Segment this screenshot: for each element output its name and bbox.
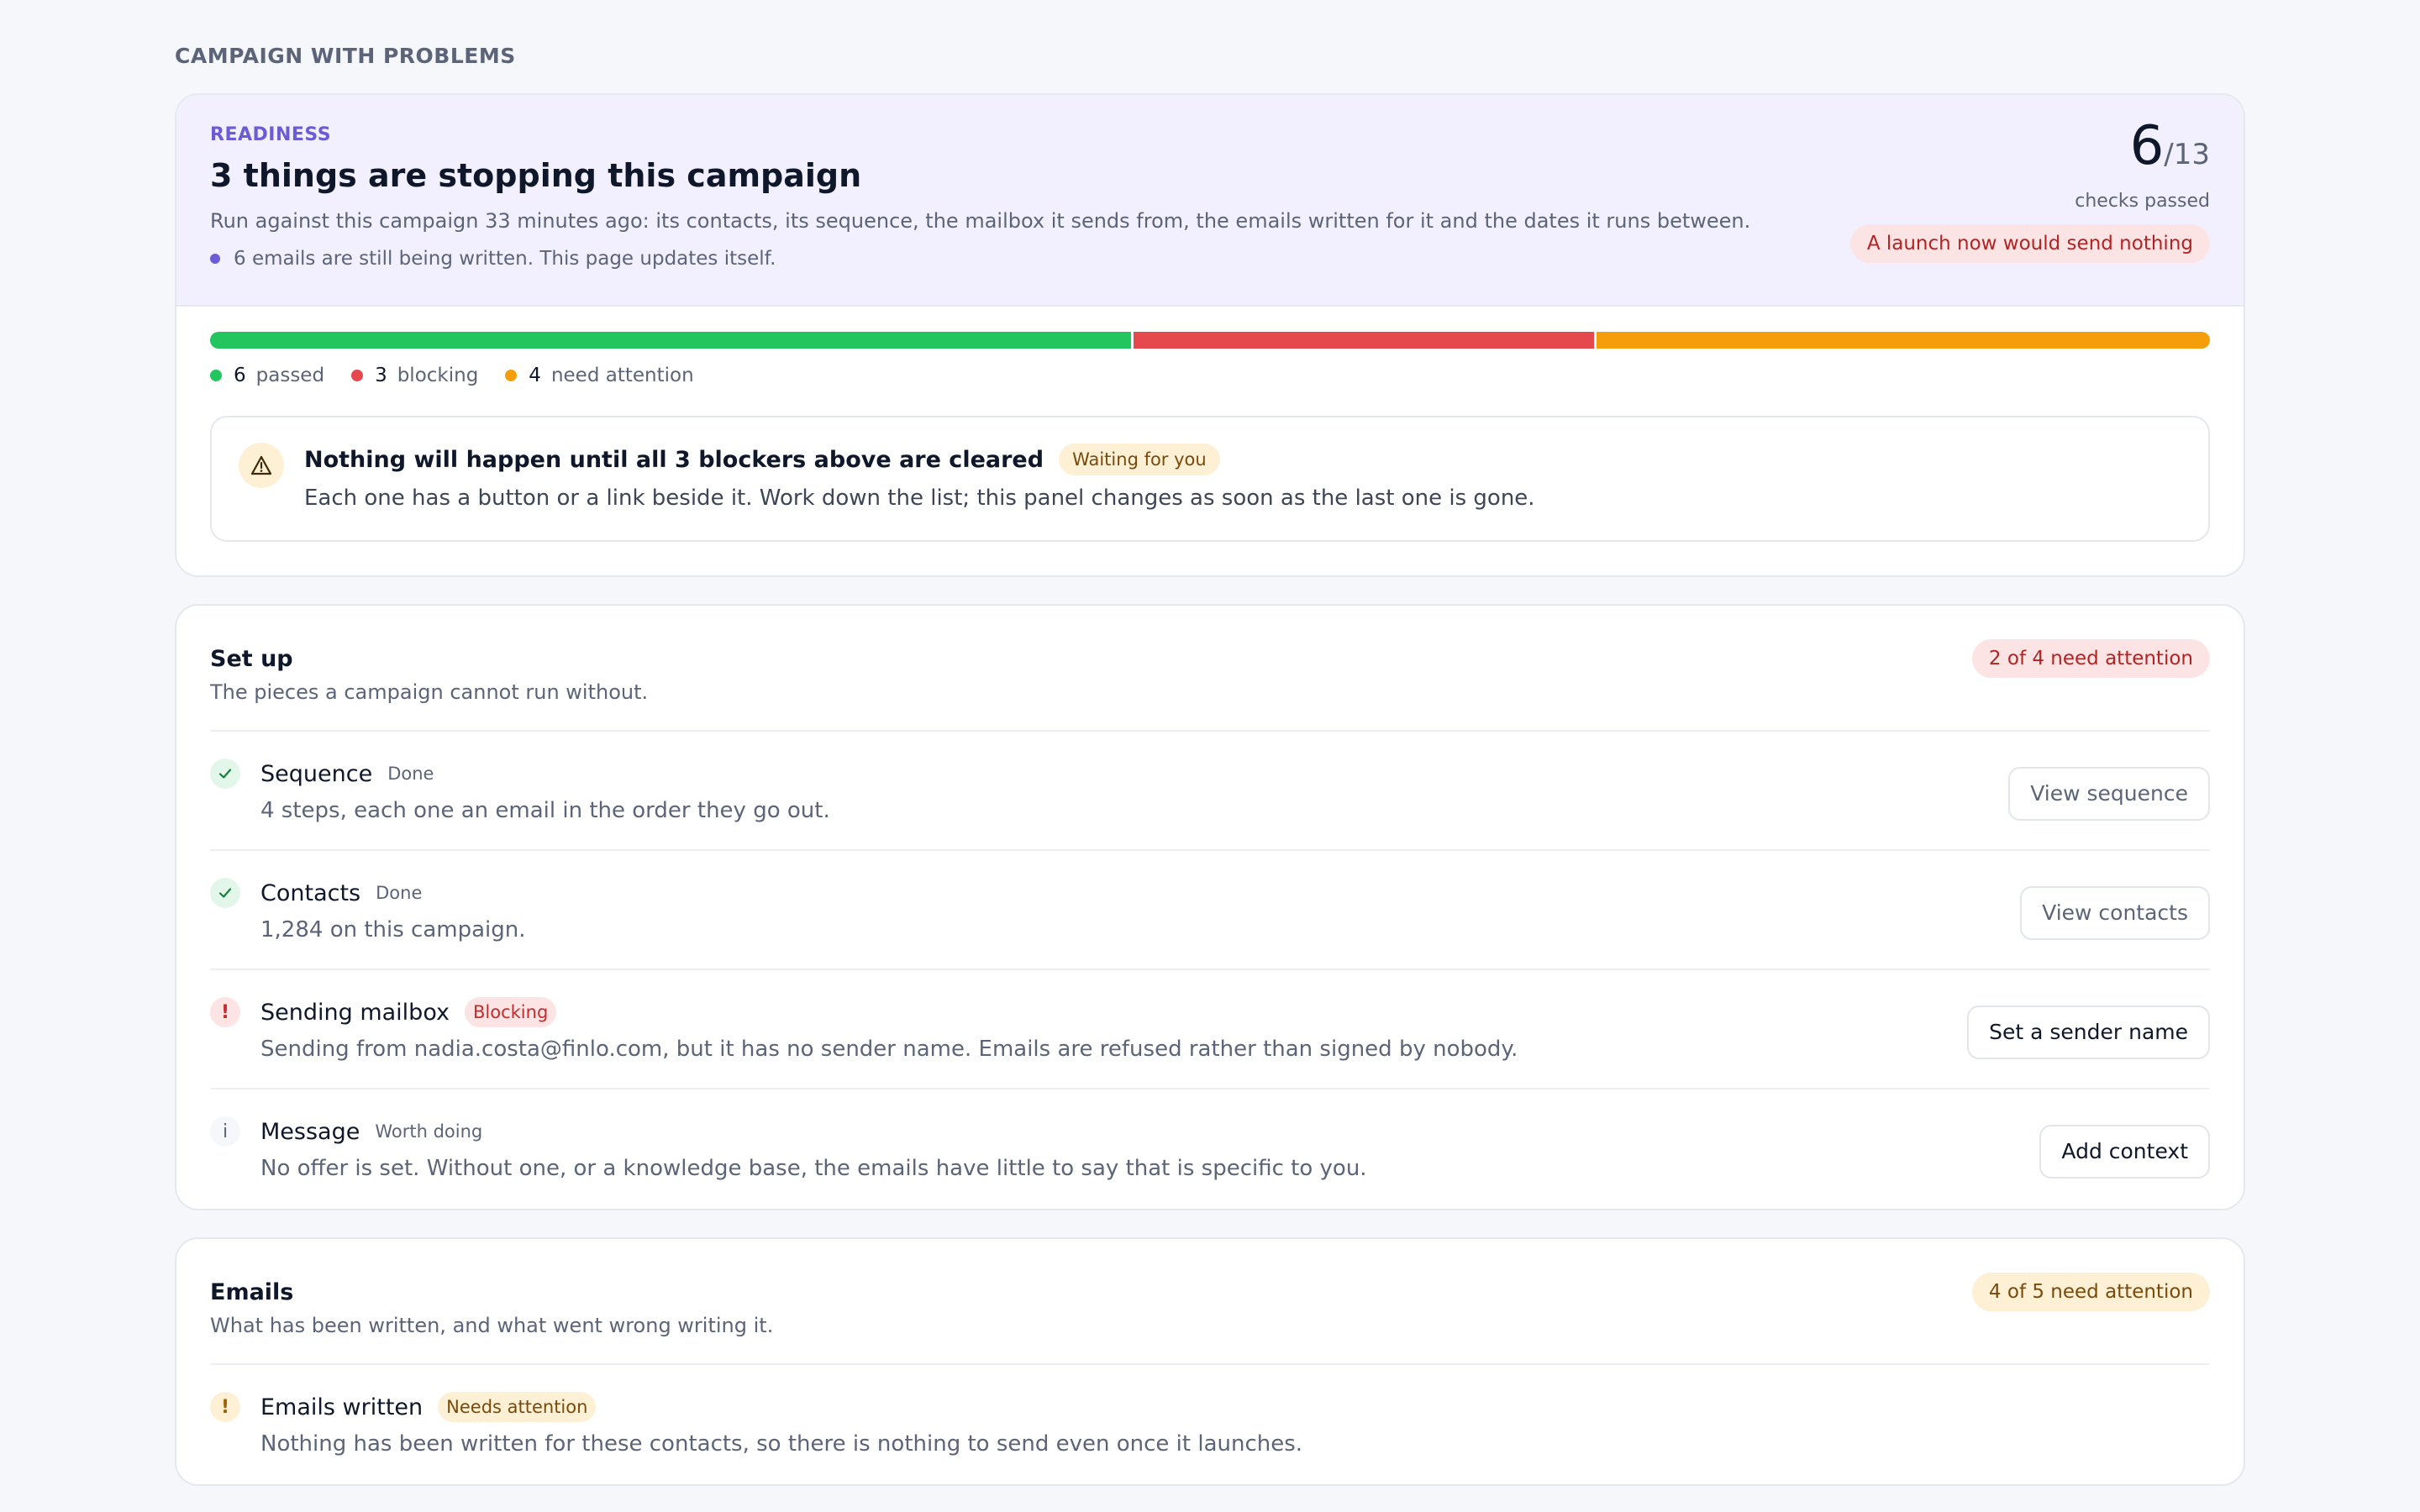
setup-card: Set up The pieces a campaign cannot run …: [175, 604, 2245, 1210]
launch-warning-badge: A launch now would send nothing: [1849, 224, 2210, 263]
score: 6/13: [1850, 117, 2210, 189]
setup-header: Set up The pieces a campaign cannot run …: [210, 606, 2210, 732]
score-total: /13: [2164, 138, 2210, 171]
green-dot-icon: [210, 370, 222, 381]
check-row-sending-mailbox: ! Sending mailbox Blocking Sending from …: [210, 970, 2210, 1089]
section-subtitle: What has been written, and what went wro…: [210, 1314, 774, 1337]
legend-attention: 4 need attention: [505, 365, 694, 386]
exclamation-icon: !: [210, 1392, 240, 1422]
legend-label: need attention: [550, 365, 694, 386]
check-row-contacts: Contacts Done 1,284 on this campaign. Vi…: [210, 851, 2210, 970]
legend-num: 4: [529, 365, 541, 386]
row-title: Sending mailbox: [260, 999, 450, 1026]
legend-label: blocking: [397, 365, 479, 386]
page-title: CAMPAIGN WITH PROBLEMS: [175, 44, 516, 68]
notice-title: Nothing will happen until all 3 blockers…: [304, 446, 1044, 473]
notice-title-row: Nothing will happen until all 3 blockers…: [304, 443, 1535, 476]
check-icon: [210, 759, 240, 789]
progress-segment-passed: [210, 332, 1131, 349]
check-row-emails-written: ! Emails written Needs attention Nothing…: [210, 1365, 2210, 1484]
amber-dot-icon: [505, 370, 518, 381]
status-badge: Blocking: [465, 997, 557, 1027]
notice-text: Each one has a button or a link beside i…: [304, 486, 1535, 511]
readiness-progress-bar: [210, 332, 2210, 349]
row-title-row: Sending mailbox Blocking: [260, 995, 1518, 1029]
readiness-card: READINESS 3 things are stopping this cam…: [175, 93, 2245, 577]
section-title: Emails: [210, 1279, 294, 1305]
row-title-row: Sequence Done: [260, 757, 830, 790]
notice-body: Nothing will happen until all 3 blockers…: [304, 443, 1535, 515]
progress-segment-blocking: [1133, 332, 1594, 349]
legend-label: passed: [255, 365, 325, 386]
status-badge: Needs attention: [438, 1392, 597, 1422]
row-content: Sequence Done 4 steps, each one an email…: [260, 757, 830, 849]
red-dot-icon: [351, 370, 364, 381]
row-title: Emails written: [260, 1394, 424, 1420]
row-content: Emails written Needs attention Nothing h…: [260, 1390, 1302, 1484]
add-context-button[interactable]: Add context: [2039, 1125, 2210, 1179]
page: CAMPAIGN WITH PROBLEMS READINESS 3 thing…: [175, 42, 2245, 1486]
row-description: 4 steps, each one an email in the order …: [260, 798, 830, 823]
row-title: Contacts: [260, 879, 361, 906]
section-title: Set up: [210, 646, 293, 672]
view-sequence-button[interactable]: View sequence: [2008, 767, 2210, 821]
readiness-body: 6 passed 3 blocking 4 need attention Not…: [176, 307, 2244, 575]
status-badge: Done: [376, 883, 423, 903]
progress-segment-attention: [1596, 332, 2210, 349]
score-block: 6/13 checks passed A launch now would se…: [1849, 117, 2210, 263]
row-description: Nothing has been written for these conta…: [260, 1431, 1303, 1457]
score-caption: checks passed: [2075, 191, 2210, 212]
readiness-header: READINESS 3 things are stopping this cam…: [176, 95, 2244, 307]
row-content: Sending mailbox Blocking Sending from na…: [260, 995, 1518, 1088]
row-description: No offer is set. Without one, or a knowl…: [260, 1156, 1367, 1181]
info-icon: i: [210, 1116, 240, 1147]
check-icon: [210, 878, 240, 908]
legend-num: 6: [234, 365, 246, 386]
waiting-badge: Waiting for you: [1059, 444, 1220, 475]
row-description: 1,284 on this campaign.: [260, 917, 526, 942]
row-title: Sequence: [260, 760, 373, 787]
live-dot-icon: [210, 254, 220, 264]
check-row-message: i Message Worth doing No offer is set. W…: [210, 1089, 2210, 1209]
setup-attention-badge: 2 of 4 need attention: [1971, 639, 2210, 678]
blockers-notice: Nothing will happen until all 3 blockers…: [210, 416, 2210, 542]
legend-blocking: 3 blocking: [351, 365, 478, 386]
check-row-sequence: Sequence Done 4 steps, each one an email…: [210, 732, 2210, 851]
section-subtitle: The pieces a campaign cannot run without…: [210, 680, 649, 704]
score-passed: 6: [2129, 115, 2165, 177]
warning-triangle-icon: [239, 443, 284, 488]
row-title-row: Contacts Done: [260, 876, 526, 910]
row-title-row: Message Worth doing: [260, 1115, 1367, 1148]
progress-legend: 6 passed 3 blocking 4 need attention: [210, 362, 2210, 389]
status-badge: Done: [387, 764, 434, 784]
emails-card: Emails What has been written, and what w…: [175, 1237, 2245, 1486]
row-content: Message Worth doing No offer is set. Wit…: [260, 1115, 1367, 1209]
status-badge: Worth doing: [375, 1121, 483, 1142]
emails-header: Emails What has been written, and what w…: [210, 1239, 2210, 1365]
legend-passed: 6 passed: [210, 365, 324, 386]
emails-attention-badge: 4 of 5 need attention: [1971, 1273, 2210, 1311]
row-title: Message: [260, 1118, 360, 1145]
exclamation-icon: !: [210, 997, 240, 1027]
row-content: Contacts Done 1,284 on this campaign.: [260, 876, 526, 969]
legend-num: 3: [375, 365, 387, 386]
row-title-row: Emails written Needs attention: [260, 1390, 1302, 1424]
updating-text: 6 emails are still being written. This p…: [234, 248, 776, 270]
view-contacts-button[interactable]: View contacts: [2020, 886, 2210, 940]
set-sender-name-button[interactable]: Set a sender name: [1967, 1005, 2210, 1059]
row-description: Sending from nadia.costa@finlo.com, but …: [260, 1037, 1518, 1062]
